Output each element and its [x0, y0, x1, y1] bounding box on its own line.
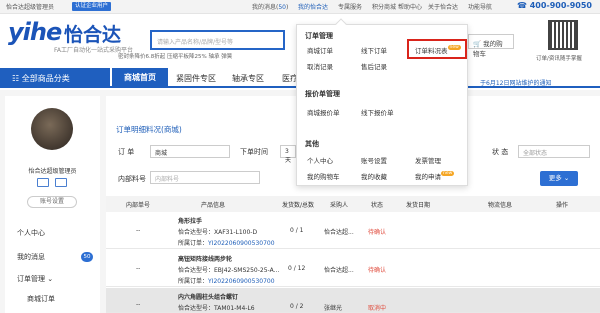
code-input[interactable]: 内部料号	[150, 171, 260, 184]
th-product: 产品信息	[201, 202, 226, 209]
th-buyer: 采购人	[330, 202, 349, 209]
menu-item-applications[interactable]: 我的申请 new	[415, 171, 455, 181]
status-badge: 待确认	[368, 229, 387, 236]
cart-button[interactable]: 🛒 我的购物车	[468, 34, 514, 58]
sidebar-item-mall-orders[interactable]: 商城订单	[27, 294, 55, 304]
my-yihe-link[interactable]: 我的怡合达	[298, 2, 328, 11]
hotline: ☎ 400-900-9050	[516, 1, 592, 10]
message-count-badge: 50	[81, 252, 93, 262]
account-settings-button[interactable]: 账号设置	[27, 196, 77, 208]
order-link[interactable]: YI2022060900530700	[208, 278, 275, 285]
about-link[interactable]: 关于怡合达	[428, 2, 458, 11]
logo-en[interactable]: yihe	[8, 18, 62, 46]
order-select[interactable]: 商城	[150, 145, 230, 158]
table-row[interactable]: -- 内六角圆柱头组合螺钉 怡合达型号：TAM01-M4-L6 0 / 2 张继…	[106, 288, 600, 313]
search-placeholder: 请输入产品名称/品牌/型号等	[157, 39, 234, 46]
th-qty: 发货数/总数	[282, 202, 315, 209]
page-title: 订单明细料况(商城)	[116, 125, 182, 134]
user-icons	[37, 178, 69, 188]
my-yihe-dropdown: 订单管理 商城订单 线下订单 订单料况表 new 取消记录 售后记录 报价单管理 …	[296, 18, 468, 186]
status-badge: 取消中	[368, 305, 387, 312]
sidebar: 怡合达超级管理员 账号设置 个人中心 我的消息 订单管理 ⌄ 商城订单	[5, 96, 100, 313]
mall-link[interactable]: 积分商城	[372, 2, 396, 11]
th-internal: 内部单号	[126, 202, 151, 209]
menu-item-account-settings[interactable]: 账号设置	[361, 155, 387, 165]
hot-keywords[interactable]: 密封条降价6.8折起 压缩平板降25% 轴承 弹簧	[118, 52, 232, 60]
status-select[interactable]: 全部状态	[518, 145, 590, 158]
sidebar-item-profile[interactable]: 个人中心	[17, 228, 45, 238]
menu-item-personal-center[interactable]: 个人中心	[307, 155, 333, 165]
my-messages-link[interactable]: 我的消息(50)	[252, 2, 288, 11]
code-label: 内部料号	[118, 175, 146, 183]
menu-item-after-sales[interactable]: 售后记录	[361, 61, 387, 71]
help-link[interactable]: 帮助中心	[398, 2, 422, 11]
menu-item-mall-orders[interactable]: 商城订单	[307, 45, 333, 55]
product-name[interactable]: 高钮矩阵接线两步轮	[178, 254, 232, 263]
menu-icon: ☷	[12, 74, 20, 83]
table-row[interactable]: -- 高钮矩阵接线两步轮 怡合达型号：EBJ42-SMS250-25-A... …	[106, 250, 600, 287]
chevron-down-icon: ⌄	[563, 174, 570, 182]
nav-bearing[interactable]: 轴承专区	[232, 73, 264, 84]
dropdown-section-other: 其他	[305, 140, 319, 148]
menu-item-favorites[interactable]: 我的收藏	[361, 171, 387, 181]
table-header: 内部单号 产品信息 发货数/总数 采购人 状态 发货日期 物流信息 操作	[106, 196, 600, 212]
status-label: 状 态	[492, 148, 509, 156]
nav-home[interactable]: 商城首页	[112, 68, 168, 88]
table-row[interactable]: -- 角形拉手 怡合达型号：XAF31-L100-D 所属订单：YI202206…	[106, 212, 600, 249]
status-badge: 待确认	[368, 267, 387, 274]
profile-icon[interactable]	[37, 178, 49, 187]
highlight-box	[407, 39, 467, 59]
mail-icon[interactable]	[55, 178, 67, 187]
dropdown-section-orders: 订单管理	[305, 32, 333, 40]
new-badge: new	[441, 171, 455, 176]
order-label: 订 单	[118, 148, 135, 156]
menu-item-cancel-records[interactable]: 取消记录	[307, 61, 333, 71]
time-label: 下单时间	[240, 148, 268, 156]
th-date: 发货日期	[406, 202, 431, 209]
user-name: 怡合达超级管理员	[28, 168, 77, 175]
welcome-text: 怡合达超级管理员	[6, 4, 55, 11]
zone-link[interactable]: 专属服务	[338, 2, 362, 11]
logo-cn[interactable]: 怡合达	[64, 20, 121, 47]
th-status: 状态	[371, 202, 384, 209]
qr-caption: 订单/资讯随手掌握	[536, 56, 582, 62]
menu-item-mall-quote[interactable]: 商城报价单	[307, 107, 340, 117]
sidebar-item-messages[interactable]: 我的消息	[17, 252, 45, 262]
dropdown-section-quotes: 报价单管理	[305, 90, 340, 98]
menu-item-offline-quote[interactable]: 线下报价单	[361, 107, 394, 117]
nav-fastener[interactable]: 紧固件专区	[176, 73, 216, 84]
menu-item-invoice[interactable]: 发票管理	[415, 155, 441, 165]
menu-item-my-cart[interactable]: 我的购物车	[307, 171, 340, 181]
category-menu[interactable]: ☷ 全部商品分类	[0, 68, 110, 88]
order-link[interactable]: YI2022060900530700	[208, 240, 275, 247]
product-name[interactable]: 角形拉手	[178, 216, 202, 225]
th-logistics: 物流信息	[488, 202, 513, 209]
avatar[interactable]	[31, 108, 73, 150]
menu-item-offline-orders[interactable]: 线下订单	[361, 45, 387, 55]
notice-link[interactable]: 于6月12日网站维护的通知	[480, 78, 551, 87]
qr-code-icon	[548, 20, 578, 50]
cert-badge[interactable]: 认证企业用户	[72, 2, 112, 11]
th-actions: 操作	[556, 202, 569, 209]
top-bar: 怡合达超级管理员 认证企业用户 我的消息(50) 我的怡合达 专属服务 积分商城…	[0, 0, 600, 14]
cart-icon: 🛒	[473, 40, 482, 48]
nav-link[interactable]: 功能导航	[468, 2, 492, 11]
chevron-down-icon: ⌄	[47, 275, 54, 283]
sidebar-item-orders[interactable]: 订单管理 ⌄	[17, 274, 53, 284]
time-select[interactable]: 3天	[280, 145, 296, 164]
product-name[interactable]: 内六角圆柱头组合螺钉	[178, 292, 238, 301]
search-input[interactable]: 请输入产品名称/品牌/型号等	[150, 30, 285, 50]
more-button[interactable]: 更多 ⌄	[540, 171, 578, 186]
